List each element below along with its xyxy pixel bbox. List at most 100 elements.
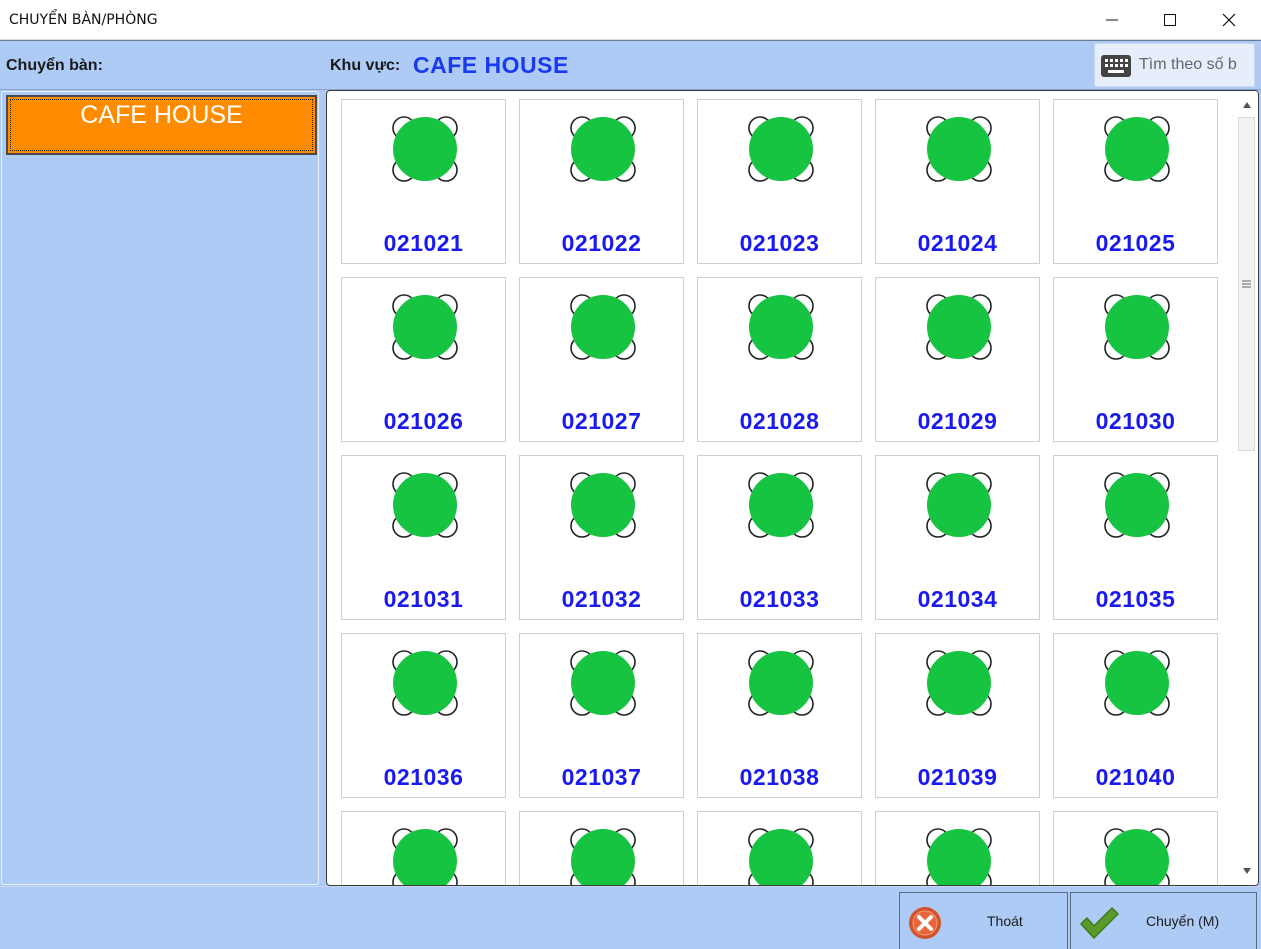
exit-button[interactable]: Thoát [899,892,1068,949]
table-tile[interactable]: 021021 [341,99,506,264]
window-title: CHUYỂN BÀN/PHÒNG [9,12,158,28]
maximize-button[interactable] [1140,0,1200,40]
header-bar: Chuyển bàn: Khu vực: CAFE HOUSE Tìm theo… [0,40,1261,90]
table-number: 021036 [383,764,464,790]
vertical-scrollbar[interactable] [1236,91,1258,885]
round-table-icon [926,472,992,538]
table-number: 021035 [1095,586,1176,612]
table-tile[interactable]: 021040 [1053,633,1218,798]
area-label: Khu vực: [330,57,401,74]
zone-list-panel: CAFE HOUSE [1,91,319,885]
round-table-icon [570,116,636,182]
table-tile[interactable]: 021033 [697,455,862,620]
transfer-button-label: Chuyển (M) [1146,913,1220,929]
table-number: 021024 [917,230,998,256]
table-tile[interactable]: 021024 [875,99,1040,264]
keyboard-icon [1101,55,1131,77]
table-number: 021022 [561,230,642,256]
table-number: 021023 [739,230,820,256]
round-table-icon [392,650,458,716]
table-grid: 021021 021022 021023 021024 021025 021026 0210… [341,99,1218,885]
table-number: 021033 [739,586,820,612]
scroll-down-button[interactable] [1236,861,1258,881]
round-table-icon [1104,650,1170,716]
round-table-icon [748,116,814,182]
maximize-icon [1164,14,1176,26]
table-tile[interactable]: 021036 [341,633,506,798]
round-table-icon [570,472,636,538]
footer-bar: Thoát Chuyển (M) [0,886,1261,949]
table-number: 021037 [561,764,642,790]
round-table-icon [570,294,636,360]
table-tile[interactable]: 021039 [875,633,1040,798]
table-number: 021026 [383,408,464,434]
round-table-icon [926,116,992,182]
table-tile[interactable] [875,811,1040,885]
table-tile[interactable]: 021031 [341,455,506,620]
table-tile[interactable]: 021029 [875,277,1040,442]
round-table-icon [570,650,636,716]
table-tile[interactable] [1053,811,1218,885]
round-table-icon [1104,294,1170,360]
round-table-icon [392,294,458,360]
transfer-button[interactable]: Chuyển (M) [1070,892,1257,949]
zone-item-cafe-house[interactable]: CAFE HOUSE [6,95,317,155]
cancel-x-icon [909,907,941,939]
round-table-icon [392,472,458,538]
round-table-icon [748,294,814,360]
search-placeholder: Tìm theo số b [1139,56,1237,73]
transfer-table-window: CHUYỂN BÀN/PHÒNG Chuyển bàn: Khu vực: CA… [0,0,1261,949]
round-table-icon [748,650,814,716]
table-tile[interactable]: 021023 [697,99,862,264]
table-tile[interactable]: 021028 [697,277,862,442]
table-tile[interactable]: 021026 [341,277,506,442]
table-number: 021028 [739,408,820,434]
round-table-icon [926,294,992,360]
round-table-icon [1104,472,1170,538]
scroll-thumb[interactable] [1238,117,1255,451]
table-tile[interactable]: 021037 [519,633,684,798]
table-tile[interactable]: 021022 [519,99,684,264]
table-number: 021040 [1095,764,1176,790]
zone-item-label: CAFE HOUSE [80,101,243,129]
table-number: 021038 [739,764,820,790]
round-table-icon [926,650,992,716]
close-button[interactable] [1199,0,1259,40]
round-table-icon [748,472,814,538]
table-number: 021032 [561,586,642,612]
round-table-icon [748,828,814,885]
close-icon [1222,13,1236,27]
table-tile[interactable]: 021030 [1053,277,1218,442]
table-tile[interactable]: 021025 [1053,99,1218,264]
table-tile[interactable]: 021034 [875,455,1040,620]
transfer-label: Chuyển bàn: [6,57,103,74]
checkmark-icon [1080,907,1119,939]
table-number: 021031 [383,586,464,612]
table-tile[interactable] [697,811,862,885]
minimize-button[interactable] [1082,0,1142,40]
exit-button-label: Thoát [987,913,1023,929]
round-table-icon [1104,116,1170,182]
round-table-icon [1104,828,1170,885]
grip-icon [1242,280,1251,288]
table-tile[interactable]: 021027 [519,277,684,442]
table-number: 021025 [1095,230,1176,256]
table-tile[interactable]: 021035 [1053,455,1218,620]
minimize-icon [1106,19,1118,21]
round-table-icon [392,116,458,182]
table-tile[interactable]: 021032 [519,455,684,620]
table-number: 021021 [383,230,464,256]
scroll-up-button[interactable] [1236,95,1258,115]
table-grid-panel: 021021 021022 021023 021024 021025 021026 0210… [326,90,1259,886]
table-tile[interactable]: 021038 [697,633,862,798]
table-tile[interactable] [519,811,684,885]
table-number: 021029 [917,408,998,434]
round-table-icon [570,828,636,885]
search-table-input[interactable]: Tìm theo số b [1094,43,1255,87]
round-table-icon [392,828,458,885]
table-number: 021039 [917,764,998,790]
table-tile[interactable] [341,811,506,885]
table-number: 021034 [917,586,998,612]
arrow-up-icon [1243,102,1251,108]
arrow-down-icon [1243,868,1251,874]
